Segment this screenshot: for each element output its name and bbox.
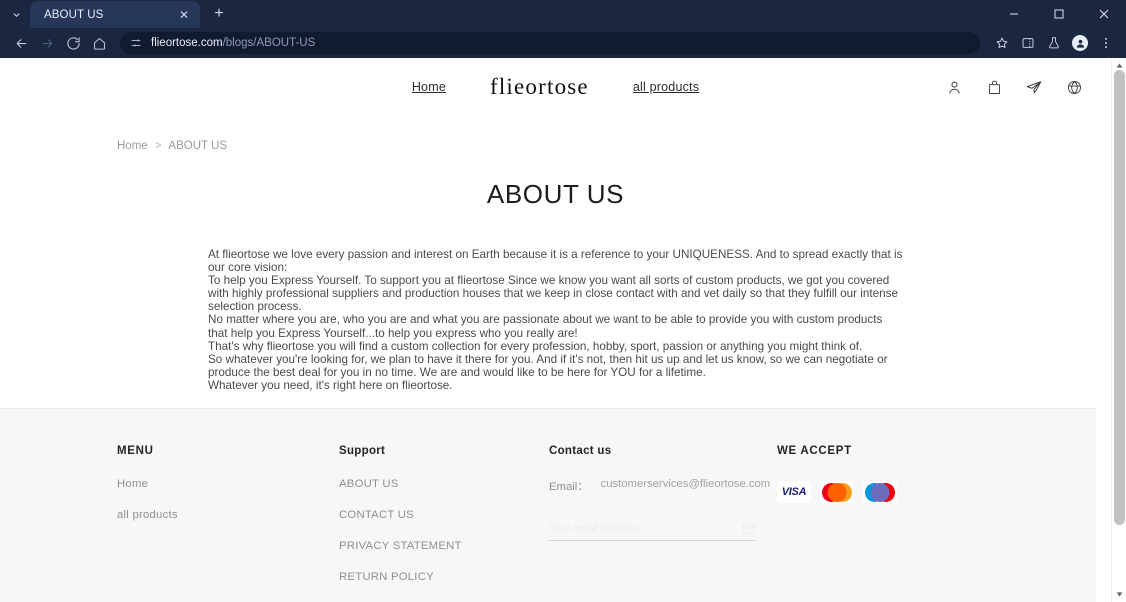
article-line: To help you Express Yourself. To support… (208, 274, 898, 314)
footer-link-return-policy[interactable]: RETURN POLICY (339, 571, 549, 583)
payment-icons: VISA (777, 481, 977, 503)
browser-toolbar: flieortose.com/blogs/ABOUT-US (0, 28, 1126, 58)
header-icon-group (943, 76, 1085, 98)
account-icon[interactable] (943, 76, 965, 98)
footer-accept-title: WE ACCEPT (777, 445, 852, 457)
maximize-button[interactable] (1036, 0, 1081, 28)
article-body: At flieortose we love every passion and … (208, 248, 903, 392)
footer-column-menu: MENU Home all products (117, 445, 339, 540)
article-line: That's why flieortose you will find a cu… (208, 339, 863, 353)
page-settings-icon[interactable] (129, 36, 143, 50)
forward-icon[interactable] (34, 30, 60, 56)
browser-window: ABOUT US ✕ + flieortose.com/blogs/ABOUT-… (0, 0, 1126, 602)
footer-link-about-us[interactable]: ABOUT US (339, 478, 549, 490)
chrome-menu-icon[interactable] (1094, 31, 1118, 55)
footer-column-support: Support ABOUT US CONTACT US PRIVACY STAT… (339, 445, 549, 602)
scrollbar-thumb[interactable] (1114, 70, 1125, 525)
footer-link-all-products[interactable]: all products (117, 509, 339, 521)
nav-link-all-products[interactable]: all products (633, 80, 699, 94)
cart-bag-icon[interactable] (983, 76, 1005, 98)
tab-title: ABOUT US (44, 8, 104, 21)
breadcrumb-current: ABOUT US (168, 140, 227, 152)
article-line: Whatever you need, it's right here on fl… (208, 378, 453, 392)
url-text: flieortose.com/blogs/ABOUT-US (151, 37, 315, 49)
address-bar[interactable]: flieortose.com/blogs/ABOUT-US (120, 32, 980, 54)
side-panel-icon[interactable] (1016, 31, 1040, 55)
envelope-icon[interactable] (740, 521, 756, 535)
web-page: Home flieortose all products Home > ABOU… (0, 58, 1111, 602)
tab-search-icon[interactable] (2, 1, 30, 27)
article-line: So whatever you're looking for, we plan … (208, 352, 888, 379)
footer-support-title: Support (339, 445, 386, 457)
window-controls (991, 0, 1126, 28)
footer-column-payments: WE ACCEPT VISA (777, 445, 977, 503)
article-line: At flieortose we love every passion and … (208, 248, 903, 275)
site-header: Home flieortose all products (0, 58, 1111, 116)
reload-icon[interactable] (60, 30, 86, 56)
globe-icon[interactable] (1063, 76, 1085, 98)
visa-icon: VISA (777, 481, 811, 503)
new-tab-button[interactable]: + (206, 1, 232, 27)
url-domain: flieortose.com (151, 37, 223, 49)
labs-flask-icon[interactable] (1042, 31, 1066, 55)
close-window-button[interactable] (1081, 0, 1126, 28)
article-line: No matter where you are, who you are and… (208, 313, 883, 340)
page-viewport: Home flieortose all products Home > ABOU… (0, 58, 1126, 602)
breadcrumb: Home > ABOUT US (0, 116, 1111, 152)
url-path: /blogs/ABOUT-US (222, 37, 316, 49)
browser-tab[interactable]: ABOUT US ✕ (30, 1, 200, 28)
bookmark-star-icon[interactable] (990, 31, 1014, 55)
email-value: customerservices@flieortose.com (600, 478, 771, 490)
scroll-down-icon[interactable] (1112, 587, 1126, 602)
profile-avatar-icon[interactable] (1068, 31, 1092, 55)
paper-plane-icon[interactable] (1023, 76, 1045, 98)
page-scrollbar[interactable] (1111, 58, 1126, 602)
maestro-icon (863, 481, 897, 503)
close-icon[interactable]: ✕ (176, 7, 192, 23)
tab-strip: ABOUT US ✕ + (0, 0, 1126, 28)
minimize-button[interactable] (991, 0, 1036, 28)
footer-link-contact-us[interactable]: CONTACT US (339, 509, 549, 521)
newsletter-email-input[interactable] (549, 522, 740, 534)
breadcrumb-separator: > (154, 140, 162, 152)
newsletter-signup (549, 521, 756, 541)
contact-email-row: Email： customerservices@flieortose.com (549, 478, 777, 494)
back-icon[interactable] (8, 30, 34, 56)
breadcrumb-home[interactable]: Home (117, 140, 148, 152)
footer-column-contact: Contact us Email： customerservices@flieo… (549, 445, 777, 541)
footer-menu-title: MENU (117, 445, 154, 457)
site-footer: MENU Home all products Support ABOUT US … (0, 408, 1096, 602)
home-icon[interactable] (86, 30, 112, 56)
footer-columns: MENU Home all products Support ABOUT US … (117, 445, 1096, 602)
footer-link-privacy-statement[interactable]: PRIVACY STATEMENT (339, 540, 549, 552)
avatar (1072, 35, 1088, 51)
visa-label: VISA (781, 486, 807, 498)
email-label: Email： (549, 481, 589, 493)
footer-contact-title: Contact us (549, 445, 612, 457)
nav-link-home[interactable]: Home (412, 80, 446, 94)
mastercard-icon (820, 481, 854, 503)
page-title: ABOUT US (486, 179, 625, 209)
site-logo[interactable]: flieortose (490, 74, 589, 100)
footer-link-home[interactable]: Home (117, 478, 339, 490)
